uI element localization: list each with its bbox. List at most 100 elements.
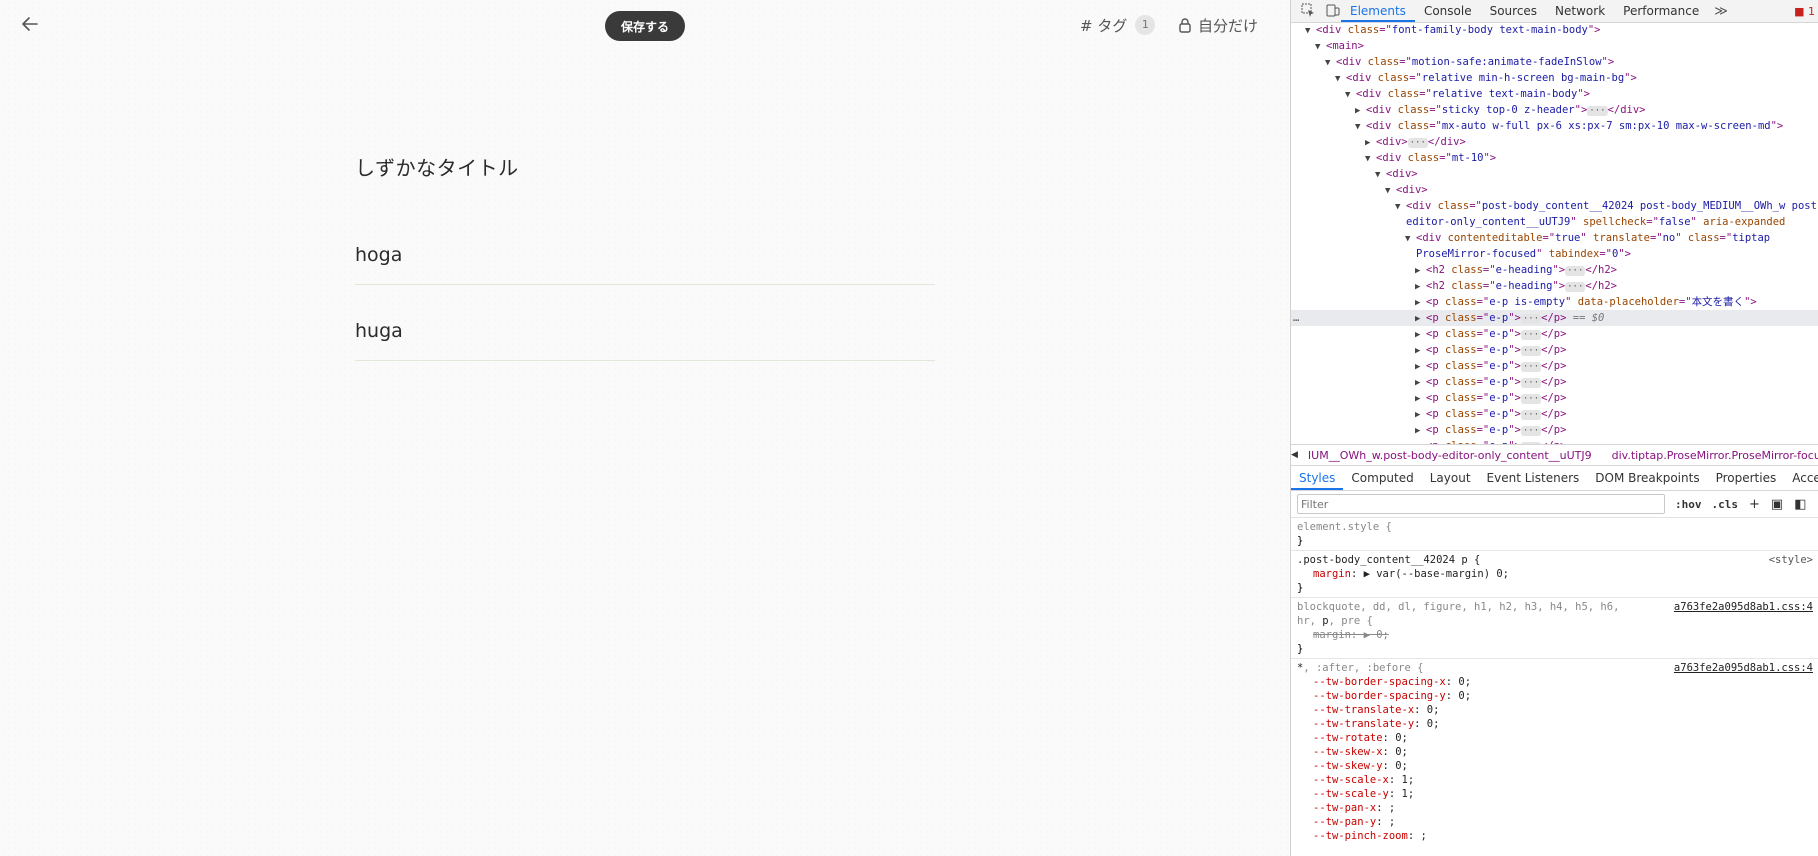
rule-declaration[interactable]: --tw-skew-x: 0; <box>1297 745 1813 759</box>
dom-node-line[interactable]: ▶<p class="e-p">···</p> <box>1291 326 1818 342</box>
tab-performance[interactable]: Performance <box>1614 0 1708 22</box>
ellipsis-expand-icon[interactable]: ··· <box>1520 346 1542 356</box>
rule-declaration[interactable]: --tw-border-spacing-y: 0; <box>1297 689 1813 703</box>
collapse-triangle-icon[interactable]: ▼ <box>1325 55 1336 71</box>
dom-node-line[interactable]: ▶ <h2 class="e-heading"> ··· </h2> <box>1291 278 1818 294</box>
post-title[interactable]: しずかなタイトル <box>355 152 519 181</box>
expand-triangle-icon[interactable]: ▶ <box>1415 263 1426 279</box>
tab-elements[interactable]: Elements <box>1341 0 1415 22</box>
rule-declaration[interactable]: --tw-rotate: 0; <box>1297 731 1813 745</box>
expand-triangle-icon[interactable]: ▶ <box>1415 423 1426 439</box>
ellipsis-expand-icon[interactable]: ··· <box>1520 314 1542 324</box>
expand-triangle-icon[interactable]: ▶ <box>1415 407 1426 423</box>
tag-button[interactable]: # タグ 1 <box>1080 14 1156 36</box>
collapse-triangle-icon[interactable]: ▼ <box>1335 71 1346 87</box>
inspect-element-icon[interactable] <box>1300 3 1316 19</box>
dom-node-line[interactable]: ▼ <div class="relative text-main-body"> <box>1291 86 1818 102</box>
dom-node-line[interactable]: ▶ <h2 class="e-heading"> ··· </h2> <box>1291 262 1818 278</box>
more-tabs-icon[interactable]: ≫ <box>1708 4 1734 19</box>
dom-node-line[interactable]: ▶ <div> ··· </div> <box>1291 134 1818 150</box>
collapse-triangle-icon[interactable]: ▼ <box>1365 151 1376 167</box>
tab-dom-breakpoints[interactable]: DOM Breakpoints <box>1587 466 1707 490</box>
collapse-triangle-icon[interactable]: ▼ <box>1385 183 1396 199</box>
expand-triangle-icon[interactable]: ▶ <box>1355 103 1366 119</box>
tab-accessibility[interactable]: Accessibility <box>1784 466 1818 490</box>
collapse-triangle-icon[interactable]: ▼ <box>1345 87 1356 103</box>
dom-node-line[interactable]: ▼ <div class="motion-safe:animate-fadeInS… <box>1291 54 1818 70</box>
rule-declaration[interactable]: --tw-skew-y: 0; <box>1297 759 1813 773</box>
tab-layout[interactable]: Layout <box>1422 466 1479 490</box>
ellipsis-expand-icon[interactable]: ··· <box>1407 138 1428 148</box>
rule-declaration[interactable]: --tw-translate-x: 0; <box>1297 703 1813 717</box>
privacy-button[interactable]: 自分だけ <box>1178 14 1258 36</box>
collapse-triangle-icon[interactable]: ▼ <box>1315 39 1326 55</box>
rule-source[interactable]: <style> <box>1769 553 1813 567</box>
rule-source[interactable]: a763fe2a095d8ab1.css:4 <box>1674 600 1813 614</box>
styles-filter-input[interactable] <box>1297 494 1665 514</box>
dom-node-line[interactable]: ▶<p class="e-p">···</p> <box>1291 422 1818 438</box>
ellipsis-expand-icon[interactable]: ··· <box>1520 378 1542 388</box>
breadcrumb-left-icon[interactable]: ◀ <box>1291 450 1298 460</box>
collapse-triangle-icon[interactable]: ▼ <box>1305 23 1316 39</box>
expand-triangle-icon[interactable]: ▶ <box>1415 327 1426 343</box>
rule-declaration[interactable]: --tw-scale-x: 1; <box>1297 773 1813 787</box>
dom-node-line[interactable]: … ▶ <p class="e-p"> ··· </p> == $0 <box>1291 310 1818 326</box>
dom-node-line[interactable]: ▶ <p class="e-p is-empty" data-placeholde… <box>1291 294 1818 310</box>
node-actions-icon[interactable]: … <box>1293 310 1299 326</box>
save-button[interactable]: 保存する <box>605 11 685 41</box>
dom-node-line[interactable]: ▼ <div class="font-family-body text-main-… <box>1291 22 1818 38</box>
dom-node-line[interactable]: ▶<p class="e-p">···</p> <box>1291 374 1818 390</box>
dom-node-line[interactable]: ▼ <div> <box>1291 182 1818 198</box>
dom-node-line[interactable]: ▼ <div class="mx-auto w-full px-6 xs:px-7… <box>1291 118 1818 134</box>
rule-declaration[interactable]: margin: ▶ var(--base-margin) 0; <box>1297 567 1813 581</box>
device-toggle-icon[interactable] <box>1325 3 1341 19</box>
expand-triangle-icon[interactable]: ▶ <box>1415 343 1426 359</box>
expand-triangle-icon[interactable]: ▶ <box>1365 135 1376 151</box>
tab-sources[interactable]: Sources <box>1481 0 1546 22</box>
dom-node-line[interactable]: editor-only_content__uUTJ9" spellcheck="… <box>1291 214 1818 230</box>
dom-node-line[interactable]: ▶ <div class="sticky top-0 z-header"> ··· <… <box>1291 102 1818 118</box>
paint-icon[interactable]: ▣ <box>1771 497 1783 512</box>
collapse-triangle-icon[interactable]: ▼ <box>1405 231 1416 247</box>
tab-event-listeners[interactable]: Event Listeners <box>1479 466 1588 490</box>
collapse-triangle-icon[interactable]: ▼ <box>1355 119 1366 135</box>
dom-node-line[interactable]: ▶<p class="e-p">···</p> <box>1291 406 1818 422</box>
collapse-triangle-icon[interactable]: ▼ <box>1395 199 1406 215</box>
collapse-triangle-icon[interactable]: ▼ <box>1375 167 1386 183</box>
new-rule-icon[interactable]: + <box>1749 497 1760 512</box>
dom-node-line[interactable]: ▼ <div contenteditable="true" translate="… <box>1291 230 1818 246</box>
rule-declaration[interactable]: --tw-pinch-zoom: ; <box>1297 829 1813 843</box>
expand-triangle-icon[interactable]: ▶ <box>1415 295 1426 311</box>
expand-triangle-icon[interactable]: ▶ <box>1415 279 1426 295</box>
ellipsis-expand-icon[interactable]: ··· <box>1565 282 1586 292</box>
rule-declaration[interactable]: --tw-scale-y: 1; <box>1297 787 1813 801</box>
dom-node-line[interactable]: ▼ <div class="post-body_content__42024 po… <box>1291 198 1818 214</box>
dom-tree[interactable]: ▼ <div class="font-family-body text-main-… <box>1291 22 1818 444</box>
tab-computed[interactable]: Computed <box>1343 466 1421 490</box>
ellipsis-expand-icon[interactable]: ··· <box>1520 330 1542 340</box>
dom-node-line[interactable]: ▼ <div class="relative min-h-screen bg-ma… <box>1291 70 1818 86</box>
hov-toggle[interactable]: :hov <box>1675 498 1702 511</box>
tab-properties[interactable]: Properties <box>1708 466 1785 490</box>
dom-node-line[interactable]: ▶<p class="e-p">···</p> <box>1291 342 1818 358</box>
rule-declaration-overridden[interactable]: margin: ▶ 0; <box>1297 628 1813 642</box>
dom-node-line[interactable]: ▶<p class="e-p">···</p> <box>1291 358 1818 374</box>
expand-triangle-icon[interactable]: ▶ <box>1415 311 1426 327</box>
issues-badge[interactable]: ■ 1 <box>1794 5 1818 18</box>
tab-console[interactable]: Console <box>1415 0 1481 22</box>
dom-node-line[interactable]: ▶<p class="e-p">···</p> <box>1291 390 1818 406</box>
ellipsis-expand-icon[interactable]: ··· <box>1565 266 1586 276</box>
dom-node-line[interactable]: ▼ <main> <box>1291 38 1818 54</box>
dom-node-line[interactable]: ▼ <div> <box>1291 166 1818 182</box>
rule-declaration[interactable]: --tw-pan-y: ; <box>1297 815 1813 829</box>
dom-node-line[interactable]: ▼ <div class="mt-10"> <box>1291 150 1818 166</box>
dom-node-line[interactable]: ProseMirror-focused" tabindex="0"> <box>1291 246 1818 262</box>
back-arrow-icon[interactable] <box>18 12 42 36</box>
expand-triangle-icon[interactable]: ▶ <box>1415 391 1426 407</box>
ellipsis-expand-icon[interactable]: ··· <box>1520 426 1542 436</box>
breadcrumb-item[interactable]: IUM__OWh_w.post-body-editor-only_content… <box>1298 449 1602 462</box>
expand-triangle-icon[interactable]: ▶ <box>1415 359 1426 375</box>
cls-toggle[interactable]: .cls <box>1712 498 1739 511</box>
ellipsis-expand-icon[interactable]: ··· <box>1587 106 1608 116</box>
ellipsis-expand-icon[interactable]: ··· <box>1520 394 1542 404</box>
